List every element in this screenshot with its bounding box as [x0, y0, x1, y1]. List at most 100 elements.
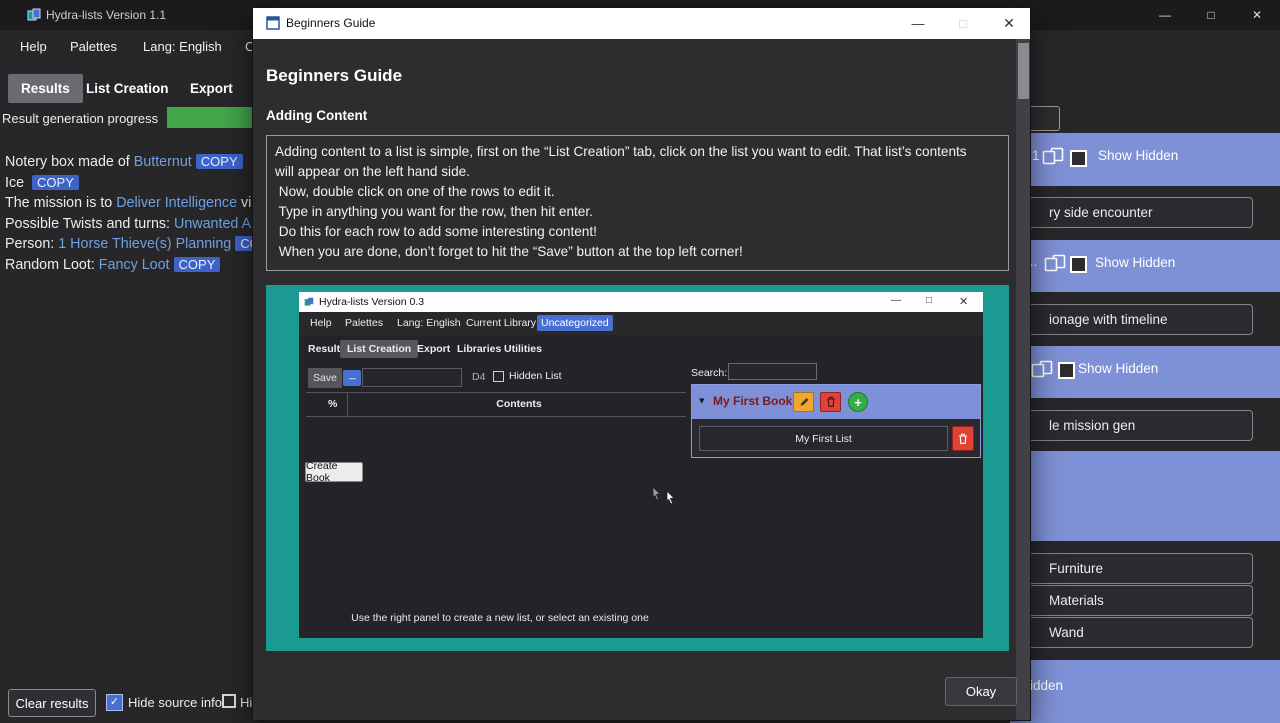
hide-secondary-checkbox[interactable] — [222, 694, 236, 708]
close-icon[interactable]: ✕ — [988, 8, 1030, 39]
maximize-icon: □ — [926, 295, 932, 306]
delete-list-button — [952, 426, 974, 451]
book-panel[interactable]: 1 Show Hidden — [1010, 133, 1280, 186]
menu-lang[interactable]: Lang: English — [143, 39, 222, 54]
empty-state-hint: Use the right panel to create a new list… — [299, 612, 701, 624]
show-hidden-checkbox[interactable] — [1070, 256, 1087, 273]
clear-results-button[interactable]: Clear results — [8, 689, 96, 717]
tab-results[interactable]: Results — [8, 74, 83, 103]
tab-list-creation[interactable]: List Creation — [86, 81, 169, 96]
list-item[interactable]: ionage with timeline — [1010, 304, 1253, 335]
result-line: Person: 1 Horse Thieve(s) PlanningCOPY — [5, 234, 282, 255]
minimize-icon[interactable]: — — [897, 8, 939, 39]
minimize-icon[interactable]: — — [1142, 0, 1188, 30]
guide-line: Adding content to a list is simple, firs… — [275, 142, 1000, 162]
library-badge: Uncategorized — [537, 315, 613, 331]
list-item[interactable]: le mission gen — [1010, 410, 1253, 441]
screenshot-app-icon — [304, 297, 314, 307]
menu-palettes[interactable]: Palettes — [70, 39, 117, 54]
beginners-guide-dialog: Beginners Guide — □ ✕ Beginners Guide Ad… — [253, 8, 1030, 720]
scrollbar-track[interactable] — [1016, 39, 1030, 720]
book-title-fragment: 1 — [1032, 148, 1040, 163]
result-text: Possible Twists and turns: — [5, 216, 174, 232]
list-item[interactable]: Furniture — [1010, 553, 1253, 584]
result-line: Ice COPY — [5, 173, 282, 194]
create-book-button: Create Book — [305, 462, 363, 482]
guide-line: Now, double click on one of the rows to … — [275, 182, 1000, 202]
show-hidden-label: Show Hidden — [1078, 361, 1158, 376]
scrollbar-thumb[interactable] — [1018, 43, 1029, 99]
search-label: Search: — [691, 367, 727, 379]
book-panel[interactable]: ... Show Hidden — [1010, 240, 1280, 292]
app-logo-icon — [27, 8, 41, 22]
result-link[interactable]: Deliver Intelligence — [116, 195, 237, 211]
book-panel[interactable]: idden — [1010, 660, 1280, 723]
book-card: ▾ My First Book + My First List — [691, 384, 981, 458]
maximize-icon[interactable]: □ — [1188, 0, 1234, 30]
book-panel[interactable]: Show Hidden — [1010, 346, 1280, 398]
hidden-list-checkbox — [493, 371, 504, 382]
menu-help[interactable]: Help — [20, 39, 47, 54]
result-text: The mission is to — [5, 195, 116, 211]
result-link[interactable]: Unwanted Ally — [174, 216, 265, 232]
divider — [306, 392, 686, 393]
show-hidden-label: Show Hidden — [1095, 255, 1175, 270]
list-item[interactable]: Wand — [1010, 617, 1253, 648]
tutorial-screenshot: Hydra-lists Version 0.3 — □ ✕ Help Palet… — [266, 285, 1009, 651]
screenshot-window: Hydra-lists Version 0.3 — □ ✕ Help Palet… — [299, 292, 983, 638]
result-text: Notery box made of — [5, 154, 134, 170]
dialog-title: Beginners Guide — [286, 16, 375, 30]
screenshot-titlebar: Hydra-lists Version 0.3 — □ ✕ — [299, 292, 983, 312]
show-hidden-checkbox[interactable] — [1070, 150, 1087, 167]
maximize-icon: □ — [942, 8, 984, 39]
column-contents: Contents — [359, 398, 679, 410]
result-link[interactable]: Fancy Loot — [99, 257, 170, 273]
main-window-title: Hydra-lists Version 1.1 — [46, 8, 166, 22]
hidden-list-label: Hidden List — [509, 370, 562, 382]
copy-button[interactable]: COPY — [196, 154, 243, 169]
trash-icon — [825, 396, 837, 408]
screenshot-tabbar: Results List Creation Export Libraries U… — [299, 335, 983, 361]
copy-button[interactable]: COPY — [32, 175, 79, 190]
trash-icon — [957, 433, 969, 445]
show-hidden-checkbox[interactable] — [1058, 362, 1075, 379]
tab-utilities: Utilities — [504, 343, 542, 355]
close-icon[interactable]: ✕ — [1234, 0, 1280, 30]
guide-line: Do this for each row to add some interes… — [275, 222, 1000, 242]
result-link[interactable]: Butternut — [134, 154, 192, 170]
results-list: Notery box made of Butternut COPY Ice COP… — [5, 152, 282, 275]
list-item[interactable]: Materials — [1010, 585, 1253, 616]
tab-libraries: Libraries — [457, 343, 501, 355]
list-name-input — [362, 368, 462, 387]
hide-source-checkbox[interactable]: ✓ — [106, 694, 123, 711]
result-text: Person: — [5, 236, 58, 252]
okay-button[interactable]: Okay — [945, 677, 1017, 706]
result-line: Possible Twists and turns: Unwanted Ally — [5, 214, 282, 235]
edit-book-button — [793, 392, 814, 412]
dialog-titlebar: Beginners Guide — □ ✕ — [253, 8, 1030, 39]
copy-button[interactable]: COPY — [174, 257, 221, 272]
app-root: Hydra-lists Version 1.1 — □ ✕ Help Palet… — [0, 0, 1280, 723]
result-text: Ice — [5, 175, 28, 191]
result-line: Notery box made of Butternut COPY — [5, 152, 282, 173]
guide-subheading: Adding Content — [266, 108, 367, 123]
books-icon — [1043, 254, 1067, 272]
die-label: D4 — [472, 371, 485, 383]
cursor-icon — [665, 490, 676, 506]
result-line: Random Loot: Fancy LootCOPY — [5, 255, 282, 276]
result-link[interactable]: 1 Horse Thieve(s) Planning — [58, 236, 231, 252]
books-icon — [1041, 147, 1065, 165]
search-input — [728, 363, 817, 380]
menu-palettes: Palettes — [345, 317, 383, 329]
collapse-icon: ▾ — [699, 394, 705, 407]
book-panel[interactable] — [1010, 451, 1280, 541]
pencil-icon — [798, 396, 810, 408]
book-title: My First Book — [713, 394, 792, 408]
column-percent: % — [328, 398, 337, 410]
minimize-icon: — — [891, 295, 901, 306]
guide-line: When you are done, don’t forget to hit t… — [275, 242, 1000, 262]
list-item[interactable]: ry side encounter — [1010, 197, 1253, 228]
guide-line: will appear on the left hand side. — [275, 162, 1000, 182]
tab-export[interactable]: Export — [190, 81, 233, 96]
divider — [306, 416, 686, 417]
